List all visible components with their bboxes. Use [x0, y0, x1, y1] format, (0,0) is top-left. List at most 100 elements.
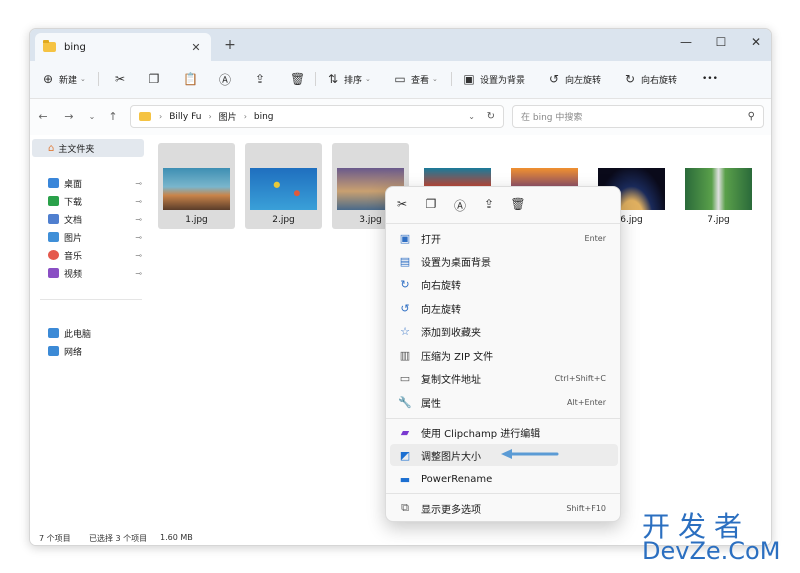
rename-icon[interactable]: Ⓐ: [452, 197, 468, 214]
sidebar-item-documents[interactable]: 文档 ⊸: [48, 211, 146, 227]
pin-icon: ⊸: [135, 268, 142, 278]
file-item[interactable]: 1.jpg: [158, 143, 235, 229]
breadcrumb-bing[interactable]: bing: [254, 112, 274, 122]
copy-path-icon: ▭: [399, 371, 411, 385]
sort-button[interactable]: ⇅ 排序 ⌄: [327, 69, 371, 89]
menu-item-set-desktop-background[interactable]: ▤ 设置为桌面背景: [390, 250, 618, 272]
paste-button[interactable]: 📋: [183, 69, 200, 89]
context-quick-actions: ✂ ❐ Ⓐ ⇪ 🗑: [386, 187, 620, 223]
copy-icon[interactable]: ❐: [423, 197, 439, 211]
set-background-label: 设置为背景: [480, 75, 526, 86]
pin-icon: ⊸: [135, 214, 142, 224]
rotate-right-icon: ↻: [624, 72, 636, 86]
close-window-button[interactable]: ✕: [741, 33, 771, 53]
cut-button[interactable]: ✂: [114, 69, 131, 89]
tab-close-icon[interactable]: ✕: [189, 41, 203, 54]
menu-item-label: 调整图片大小: [421, 451, 481, 463]
menu-item-powerrename[interactable]: ▬ PowerRename: [390, 468, 618, 490]
tab-title: bing: [64, 41, 86, 53]
sidebar-item-pictures[interactable]: 图片 ⊸: [48, 229, 146, 245]
menu-item-label: 压缩为 ZIP 文件: [421, 351, 494, 363]
delete-icon[interactable]: 🗑: [510, 197, 526, 211]
sidebar-item-label: 音乐: [64, 251, 83, 262]
menu-item-show-more-options[interactable]: ⧉ 显示更多选项 Shift+F10: [390, 497, 618, 519]
view-button[interactable]: ▭ 查看 ⌄: [394, 69, 438, 89]
menu-item-compress-zip[interactable]: ▥ 压缩为 ZIP 文件: [390, 344, 618, 366]
sidebar-item-videos[interactable]: 视频 ⊸: [48, 265, 146, 281]
sidebar-item-this-pc[interactable]: 此电脑: [48, 325, 146, 341]
cut-icon[interactable]: ✂: [394, 197, 410, 211]
menu-divider: [386, 223, 620, 224]
recent-chevron-icon[interactable]: ⌄: [85, 112, 99, 121]
sort-label: 排序: [344, 75, 363, 86]
delete-button[interactable]: 🗑: [290, 69, 307, 89]
new-tab-button[interactable]: +: [222, 37, 238, 53]
forward-arrow-icon[interactable]: →: [62, 110, 76, 123]
sidebar-item-label: 桌面: [64, 179, 83, 190]
rotate-right-button[interactable]: ↻ 向右旋转: [624, 69, 677, 89]
breadcrumb-pictures[interactable]: 图片: [219, 110, 237, 123]
sidebar-item-music[interactable]: 音乐 ⊸: [48, 247, 146, 263]
sidebar-item-label: 图片: [64, 233, 83, 244]
sidebar-item-network[interactable]: 网络: [48, 343, 146, 359]
title-bar: bing ✕ + — ☐ ✕: [30, 29, 771, 61]
search-placeholder: 在 bing 中搜索: [521, 113, 583, 123]
file-name: 1.jpg: [185, 215, 208, 225]
menu-item-label: 显示更多选项: [421, 504, 481, 516]
file-name: 2.jpg: [272, 215, 295, 225]
watermark-line2: DevZe.CoM: [642, 537, 781, 565]
selected-count: 已选择 3 个项目: [89, 534, 148, 543]
rename-icon: Ⓐ: [219, 72, 232, 87]
address-bar[interactable]: › Billy Fu › 图片 › bing ⌄ ↻: [130, 105, 504, 128]
address-dropdown-icon[interactable]: ⌄: [468, 112, 475, 121]
sidebar-item-home[interactable]: ⌂ 主文件夹: [32, 139, 144, 157]
sidebar-item-label: 此电脑: [64, 329, 92, 340]
menu-item-copy-path[interactable]: ▭ 复制文件地址 Ctrl+Shift+C: [390, 367, 618, 389]
toolbar-divider: [98, 72, 99, 86]
menu-item-add-favorites[interactable]: ☆ 添加到收藏夹: [390, 320, 618, 342]
rename-button[interactable]: Ⓐ: [219, 69, 236, 89]
wallpaper-icon: ▤: [399, 254, 411, 268]
more-options-button[interactable]: •••: [702, 69, 718, 89]
share-icon[interactable]: ⇪: [481, 197, 497, 211]
up-arrow-icon[interactable]: ↑: [106, 110, 120, 123]
sidebar-item-desktop[interactable]: 桌面 ⊸: [48, 175, 146, 191]
maximize-button[interactable]: ☐: [706, 33, 736, 53]
menu-item-rotate-left[interactable]: ↺ 向左旋转: [390, 297, 618, 319]
back-arrow-icon[interactable]: ←: [36, 110, 50, 123]
rotate-left-button[interactable]: ↺ 向左旋转: [548, 69, 601, 89]
menu-shortcut: Alt+Enter: [566, 397, 606, 407]
search-icon: ⚲: [747, 111, 755, 122]
share-button[interactable]: ⇪: [254, 69, 271, 89]
menu-item-label: 打开: [421, 234, 441, 246]
refresh-icon[interactable]: ↻: [487, 111, 495, 122]
breadcrumb-separator: ›: [243, 112, 247, 121]
file-item[interactable]: 7.jpg: [680, 143, 757, 229]
menu-item-label: 复制文件地址: [421, 374, 481, 386]
menu-item-label: 设置为桌面背景: [421, 257, 491, 269]
copy-icon: ❐: [148, 72, 160, 86]
thumbnail-image: [685, 168, 752, 210]
network-icon: [48, 346, 59, 356]
sidebar-item-downloads[interactable]: 下载 ⊸: [48, 193, 146, 209]
search-box[interactable]: 在 bing 中搜索 ⚲: [512, 105, 764, 128]
menu-item-open[interactable]: ▣ 打开 Enter: [390, 227, 618, 249]
breadcrumb-separator: ›: [208, 112, 212, 121]
breadcrumb-user[interactable]: Billy Fu: [169, 112, 201, 122]
menu-item-label: 向右旋转: [421, 280, 461, 292]
new-button[interactable]: ⊕ 新建 ⌄: [42, 69, 86, 89]
file-item[interactable]: 2.jpg: [245, 143, 322, 229]
thumbnail-image: [250, 168, 317, 210]
menu-item-properties[interactable]: 🔧 属性 Alt+Enter: [390, 391, 618, 413]
chevron-down-icon: ⌄: [365, 75, 371, 83]
music-icon: [48, 250, 59, 260]
menu-item-clipchamp[interactable]: ▰ 使用 Clipchamp 进行编辑: [390, 421, 618, 443]
minimize-button[interactable]: —: [671, 33, 701, 53]
toolbar-divider: [451, 72, 452, 86]
menu-item-rotate-right[interactable]: ↻ 向右旋转: [390, 273, 618, 295]
document-icon: [48, 214, 59, 224]
context-menu: ✂ ❐ Ⓐ ⇪ 🗑 ▣ 打开 Enter ▤ 设置为桌面背景 ↻ 向右旋转 ↺ …: [385, 186, 621, 522]
set-background-button[interactable]: ▣ 设置为背景: [463, 69, 525, 89]
copy-button[interactable]: ❐: [148, 69, 165, 89]
tab-bing[interactable]: bing ✕: [35, 33, 211, 61]
